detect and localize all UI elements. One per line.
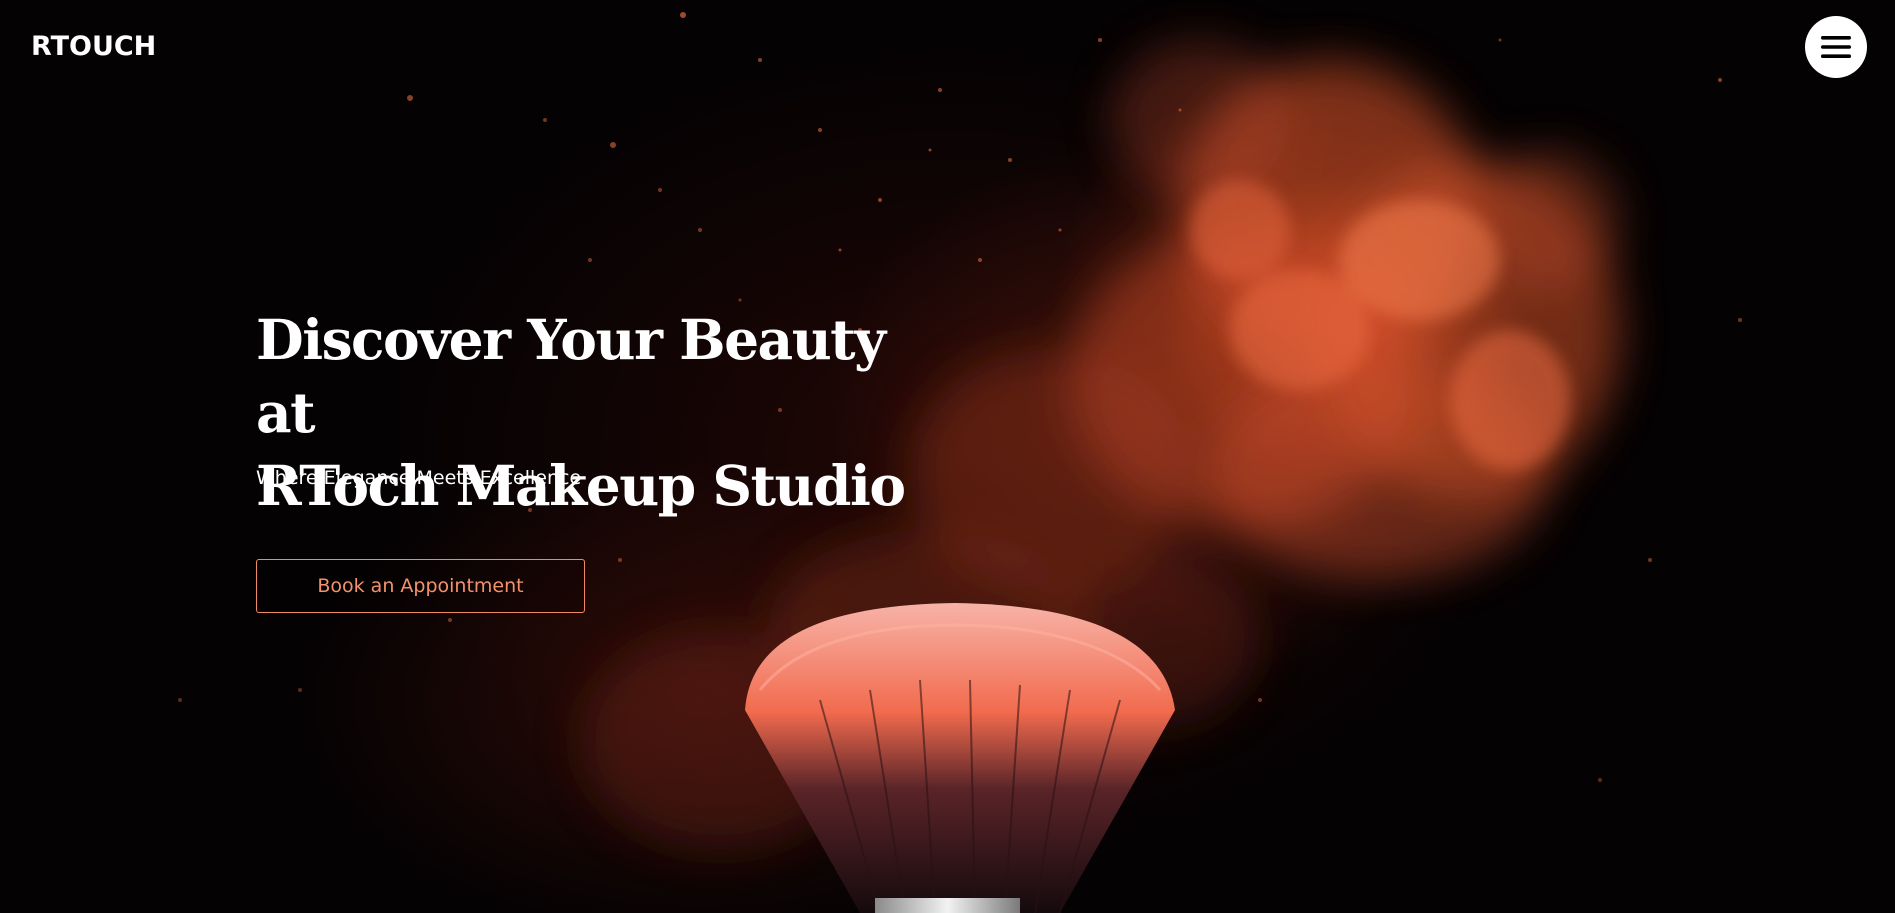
hamburger-menu-icon bbox=[1821, 36, 1851, 58]
hero-subtitle: Where Elegance Meets Excellence bbox=[256, 467, 582, 489]
hero-section: Discover Your Beauty at RToch Makeup Stu… bbox=[256, 303, 956, 522]
makeup-brush bbox=[745, 603, 1175, 913]
hero-title: Discover Your Beauty at RToch Makeup Stu… bbox=[256, 303, 956, 522]
book-appointment-button[interactable]: Book an Appointment bbox=[256, 559, 585, 613]
hero-page: RTOUCH Discover Your Beauty at RToch Mak… bbox=[0, 0, 1895, 913]
book-appointment-label: Book an Appointment bbox=[317, 575, 524, 597]
brand-logo[interactable]: RTOUCH bbox=[31, 31, 156, 62]
menu-button[interactable] bbox=[1805, 16, 1867, 78]
hero-title-line-1: Discover Your Beauty at bbox=[256, 307, 886, 445]
